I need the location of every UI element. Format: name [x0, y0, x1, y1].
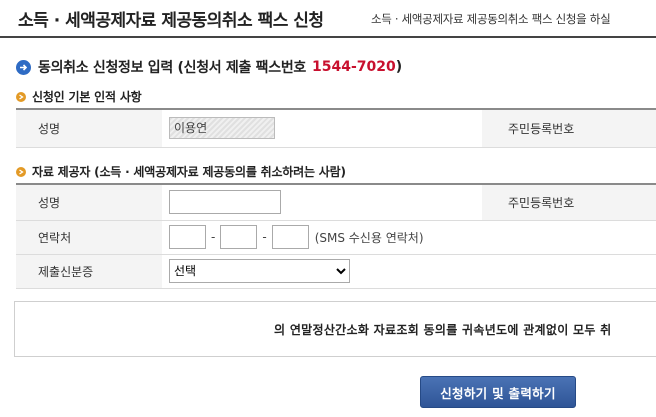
applicant-name-field: 이용연 [169, 117, 275, 140]
page-subtitle: 소득 · 세액공제자료 제공동의취소 팩스 신청을 하실 [371, 12, 611, 26]
provider-name-label-cell: 성명 [16, 183, 162, 221]
phone-part3-input[interactable] [271, 225, 309, 249]
rrn-label: 주민등록번호 [508, 121, 575, 136]
contact-label: 연락처 [38, 230, 72, 245]
provider-name-input[interactable] [169, 190, 281, 215]
id-cell: 선택 [162, 254, 656, 289]
id-label-cell: 제출신분증 [16, 254, 162, 289]
contact-label-cell: 연락처 [16, 220, 162, 255]
arrow-circle-icon [16, 59, 31, 75]
phone-group: - - (SMS 수신용 연락처) [169, 225, 656, 249]
section-title: 동의취소 신청정보 입력 (신청서 제출 팩스번호 1544-7020 ) [16, 57, 402, 77]
dash-separator: - [262, 230, 267, 244]
notice-box: 의 연말정산간소화 자료조회 동의를 귀속년도에 관계없이 모두 취 [14, 301, 656, 357]
header-divider [0, 36, 656, 38]
provider-table: 성명 주민등록번호 연락처 - - (SMS 수신용 연락처) 제출신분증 선택 [16, 183, 656, 289]
provider-name-cell [162, 183, 482, 221]
submit-print-button[interactable]: 신청하기 및 출력하기 [420, 376, 576, 408]
rrn-label-cell: 주민등록번호 [482, 108, 656, 148]
applicant-subtitle-text: 신청인 기본 인적 사항 [32, 90, 142, 104]
fax-number: 1544-7020 [312, 59, 396, 75]
contact-cell: - - (SMS 수신용 연락처) [162, 220, 656, 255]
page-title: 소득 · 세액공제자료 제공동의취소 팩스 신청 [18, 11, 324, 31]
contact-note: (SMS 수신용 연락처) [314, 230, 424, 245]
provider-rrn-label-cell: 주민등록번호 [482, 183, 656, 221]
bullet-arrow-icon [16, 91, 26, 102]
name-value-cell: 이용연 [162, 108, 482, 148]
phone-part1-input[interactable] [169, 225, 206, 249]
provider-subtitle-text: 자료 제공자 (소득 · 세액공제자료 제공동의를 취소하려는 사람) [32, 165, 346, 179]
section-title-text: 동의취소 신청정보 입력 (신청서 제출 팩스번호 [38, 60, 306, 76]
name-label-cell: 성명 [16, 108, 162, 148]
id-label: 제출신분증 [38, 264, 94, 279]
bullet-arrow-icon [16, 166, 26, 177]
dash-separator: - [211, 230, 216, 244]
provider-rrn-label: 주민등록번호 [508, 195, 575, 210]
table-row: 제출신분증 선택 [16, 254, 656, 289]
applicant-subtitle: 신청인 기본 인적 사항 [16, 88, 142, 105]
table-row: 성명 이용연 주민등록번호 [16, 108, 656, 148]
provider-name-label: 성명 [38, 195, 61, 210]
applicant-table: 성명 이용연 주민등록번호 [16, 108, 656, 148]
table-row: 연락처 - - (SMS 수신용 연락처) [16, 220, 656, 255]
provider-subtitle: 자료 제공자 (소득 · 세액공제자료 제공동의를 취소하려는 사람) [16, 163, 346, 180]
id-type-select[interactable]: 선택 [169, 259, 350, 283]
phone-part2-input[interactable] [220, 225, 258, 249]
name-label: 성명 [38, 121, 61, 136]
table-row: 성명 주민등록번호 [16, 183, 656, 221]
section-title-close: ) [395, 59, 403, 75]
notice-text: 의 연말정산간소화 자료조회 동의를 귀속년도에 관계없이 모두 취 [274, 323, 612, 337]
